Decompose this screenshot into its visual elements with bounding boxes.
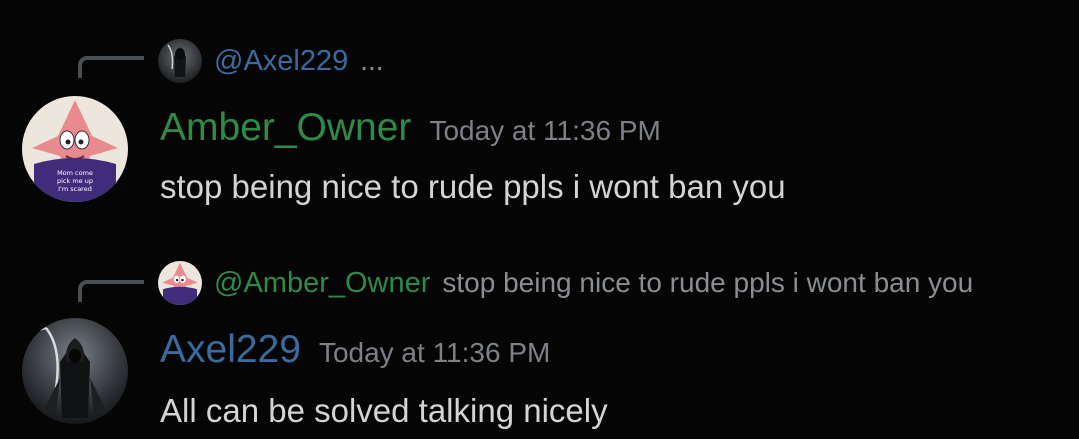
reply-preview-text[interactable]: stop being nice to rude ppls i wont ban … — [442, 267, 973, 299]
svg-text:Mom come: Mom come — [57, 169, 93, 177]
message-item: @Axel229 ... Mom come pick me up I'm sca… — [0, 0, 1079, 220]
message-header: Axel229 Today at 11:36 PM — [160, 328, 550, 372]
timestamp: Today at 11:36 PM — [318, 337, 551, 368]
reply-reference[interactable]: @Axel229 ... — [158, 38, 384, 84]
amber-avatar-icon[interactable]: Mom come pick me up I'm scared — [22, 96, 128, 202]
axel-avatar-icon[interactable] — [22, 318, 128, 424]
reply-connector-line — [78, 56, 144, 78]
username[interactable]: Axel229 — [160, 328, 301, 372]
message-header: Amber_Owner Today at 11:36 PM — [160, 106, 661, 150]
reply-preview-text[interactable]: ... — [360, 45, 383, 77]
reply-reference[interactable]: @Amber_Owner stop being nice to rude ppl… — [158, 260, 973, 306]
message-text: All can be solved talking nicely — [160, 392, 608, 429]
amber-mini-avatar-icon[interactable] — [158, 261, 202, 305]
axel-mini-avatar-icon[interactable] — [158, 39, 202, 83]
reply-connector-line — [78, 280, 144, 302]
message-item: @Amber_Owner stop being nice to rude ppl… — [0, 220, 1079, 439]
reply-username[interactable]: @Axel229 — [214, 45, 348, 78]
reply-username[interactable]: @Amber_Owner — [214, 267, 430, 300]
timestamp: Today at 11:36 PM — [429, 115, 661, 146]
username[interactable]: Amber_Owner — [160, 106, 411, 150]
svg-text:pick me up: pick me up — [57, 177, 93, 185]
svg-text:I'm scared: I'm scared — [58, 185, 92, 193]
message-text: stop being nice to rude ppls i wont ban … — [160, 168, 786, 205]
